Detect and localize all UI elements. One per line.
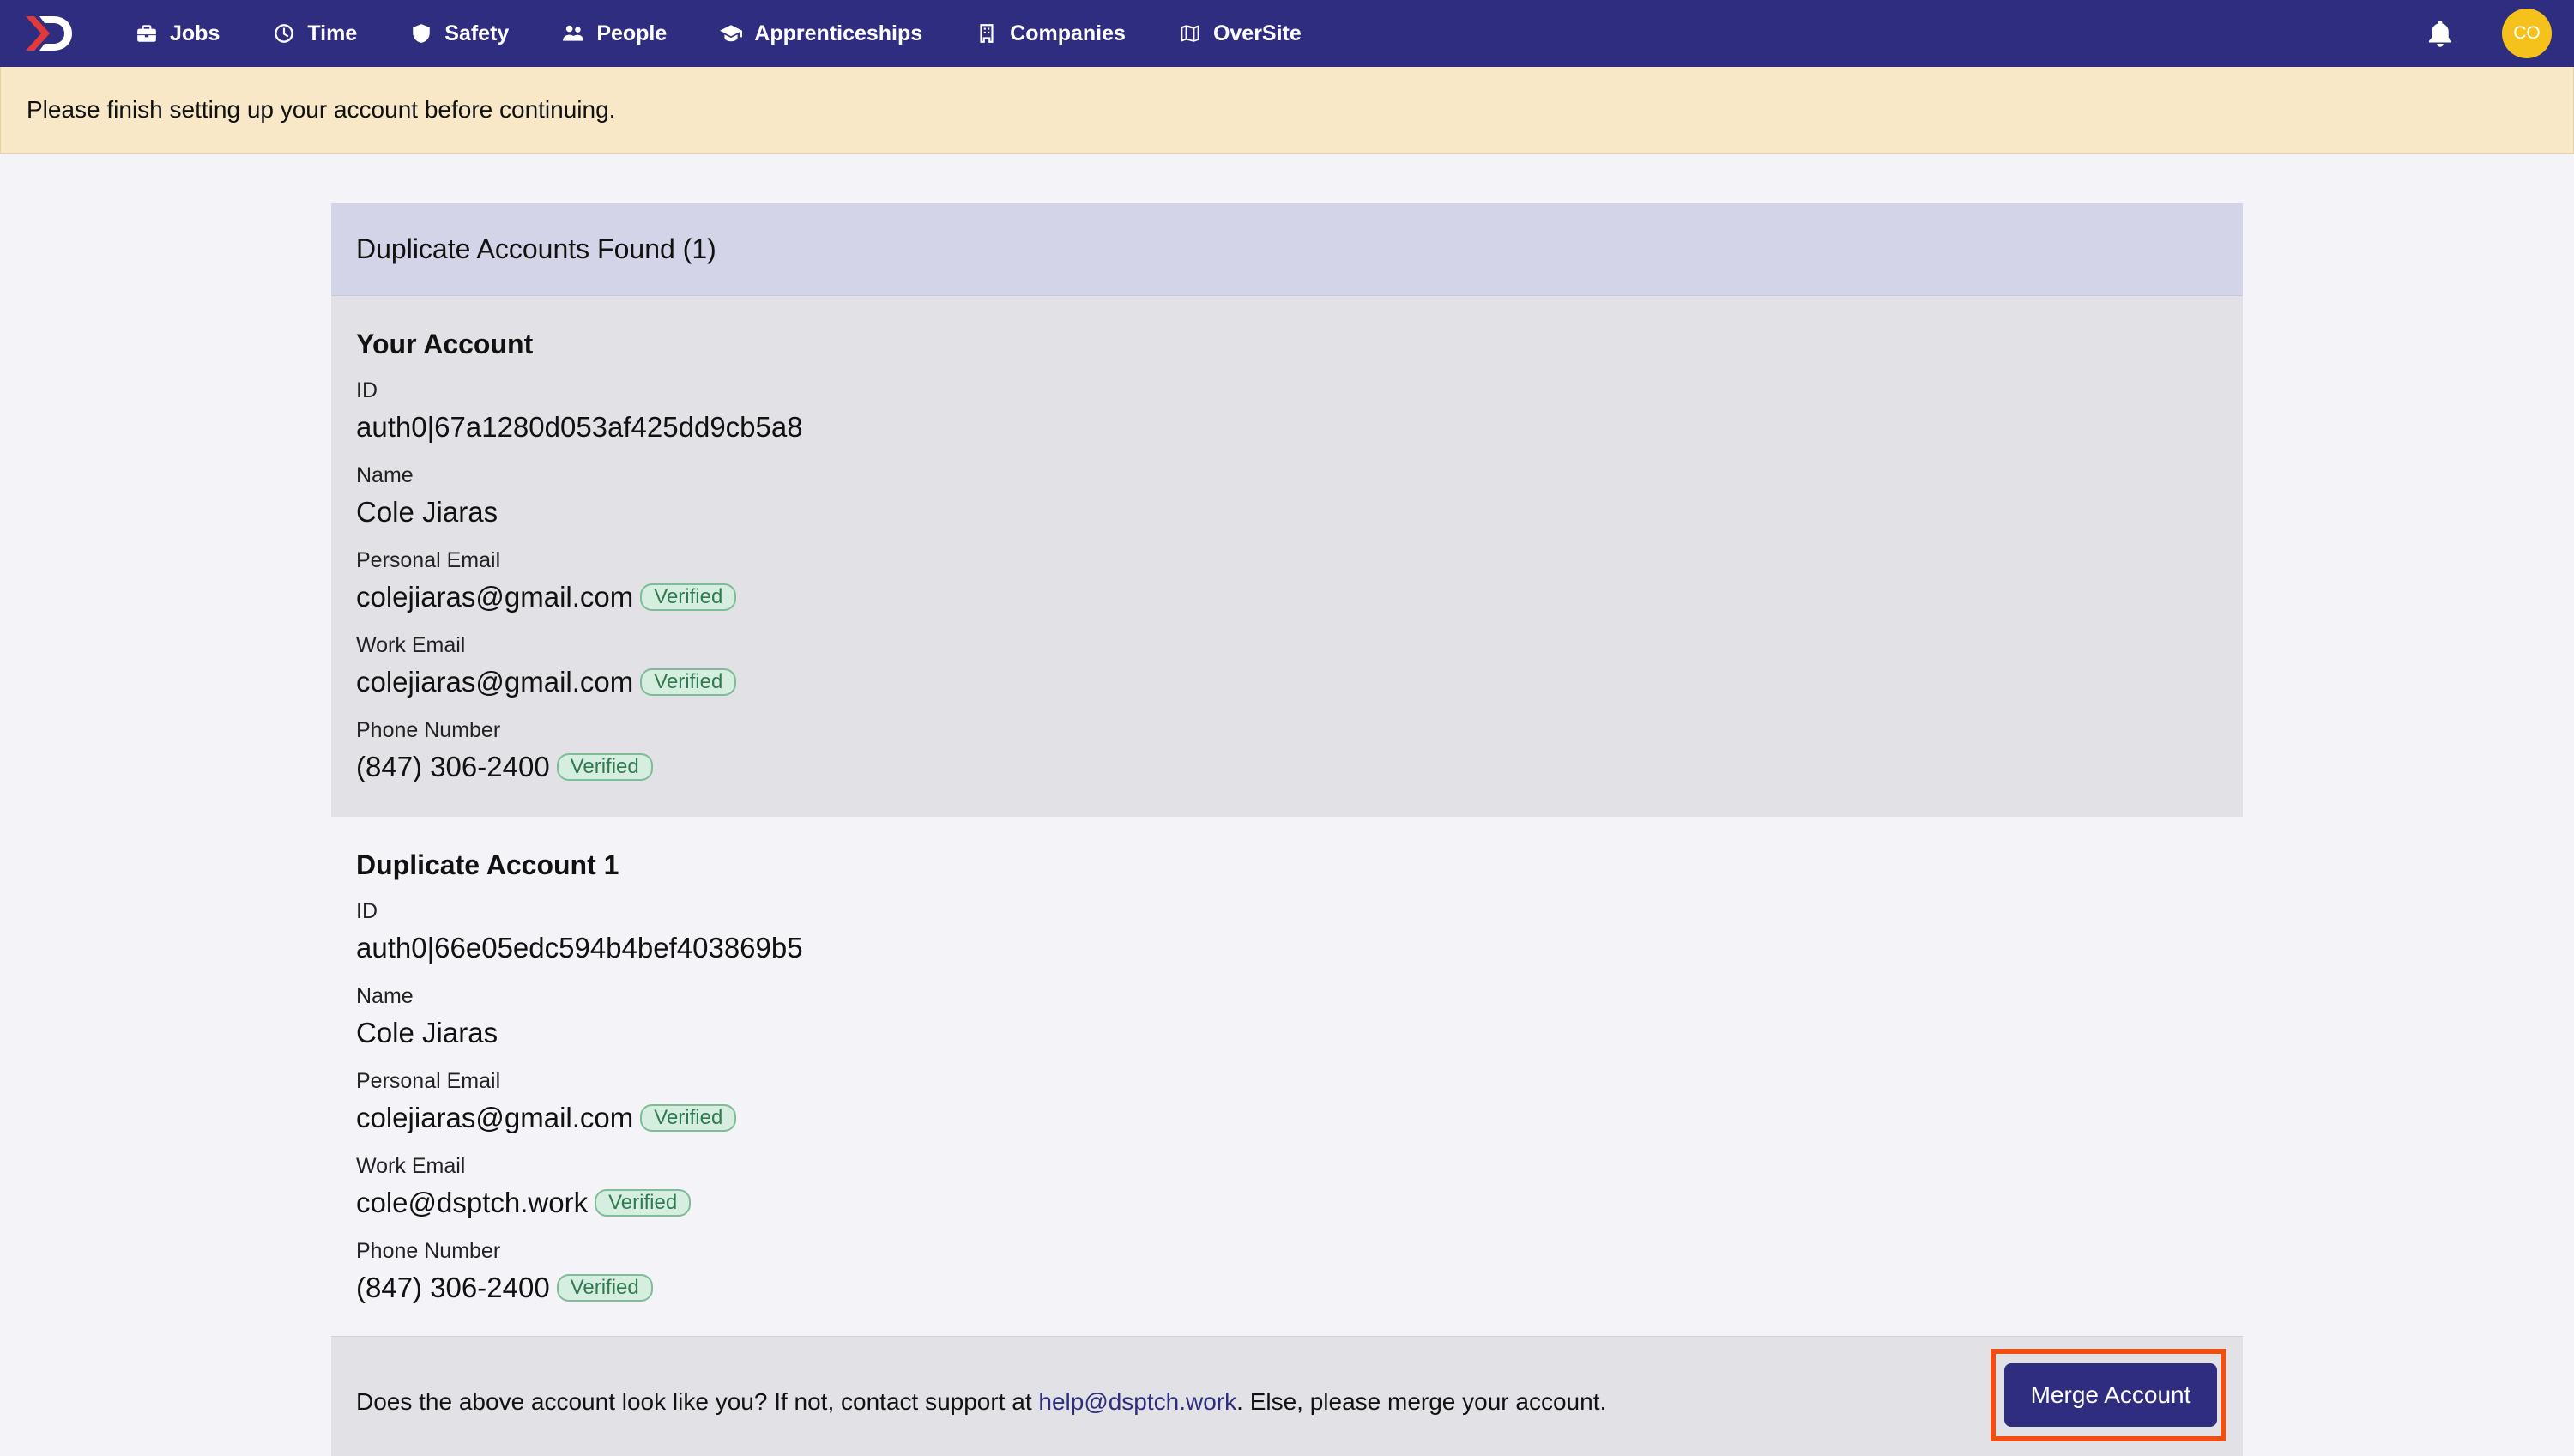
card-header: Duplicate Accounts Found (1)	[331, 203, 2243, 296]
phone-label: Phone Number	[356, 1239, 501, 1263]
briefcase-icon	[137, 25, 156, 42]
support-email-link[interactable]: help@dsptch.work	[1038, 1388, 1236, 1415]
nav-apprenticeships-label: Apprenticeships	[754, 21, 923, 45]
name-text: Cole Jiaras	[356, 1017, 498, 1048]
people-icon	[563, 25, 584, 41]
building-icon	[980, 24, 994, 43]
name-value: Cole Jiaras	[356, 495, 2218, 529]
phone-text: (847) 306-2400	[356, 751, 550, 782]
id-value: auth0|66e05edc594b4bef403869b5	[356, 931, 2218, 965]
name-value: Cole Jiaras	[356, 1016, 2218, 1050]
duplicate-account-section: Duplicate Account 1 ID auth0|66e05edc594…	[331, 817, 2243, 1336]
work-email-text: colejiaras@gmail.com	[356, 666, 634, 698]
top-navbar: Jobs Time Safety People Apprenticeships …	[0, 0, 2574, 67]
work-email-text: cole@dsptch.work	[356, 1187, 589, 1218]
merge-account-button[interactable]: Merge Account	[2004, 1363, 2217, 1427]
footer-text-before: Does the above account look like you? If…	[356, 1388, 1039, 1415]
name-label: Name	[356, 463, 414, 487]
footer-text-after: . Else, please merge your account.	[1236, 1388, 1607, 1415]
id-label: ID	[356, 899, 378, 923]
id-text: auth0|66e05edc594b4bef403869b5	[356, 932, 803, 964]
card-title: Duplicate Accounts Found (1)	[356, 233, 716, 264]
name-text: Cole Jiaras	[356, 496, 498, 528]
footer-message: Does the above account look like you? If…	[356, 1387, 1606, 1417]
phone-value: (847) 306-2400 Verified	[356, 750, 2218, 784]
nav-jobs-label: Jobs	[170, 21, 221, 45]
bell-icon[interactable]	[2425, 18, 2456, 49]
personal-email-label: Personal Email	[356, 548, 501, 572]
work-email-value: cole@dsptch.work Verified	[356, 1186, 2218, 1220]
id-value: auth0|67a1280d053af425dd9cb5a8	[356, 410, 2218, 444]
personal-email-label: Personal Email	[356, 1069, 501, 1093]
nav-safety[interactable]: Safety	[410, 21, 509, 46]
graduation-cap-icon	[720, 25, 743, 42]
nav-apprenticeships[interactable]: Apprenticeships	[720, 21, 922, 46]
work-email-label: Work Email	[356, 633, 466, 657]
nav-oversite-label: OverSite	[1212, 21, 1302, 45]
phone-value: (847) 306-2400 Verified	[356, 1271, 2218, 1305]
setup-warning-banner: Please finish setting up your account be…	[0, 67, 2574, 154]
banner-message: Please finish setting up your account be…	[27, 96, 616, 123]
verified-badge: Verified	[556, 1274, 653, 1302]
nav-safety-label: Safety	[444, 21, 510, 45]
personal-email-value: colejiaras@gmail.com Verified	[356, 580, 2218, 614]
id-label: ID	[356, 378, 378, 402]
phone-label: Phone Number	[356, 718, 501, 742]
duplicate-accounts-card: Duplicate Accounts Found (1) Your Accoun…	[331, 203, 2243, 1456]
verified-badge: Verified	[556, 753, 653, 781]
map-icon	[1181, 25, 1199, 42]
section-heading: Your Account	[356, 329, 534, 359]
work-email-label: Work Email	[356, 1154, 466, 1178]
verified-badge: Verified	[595, 1189, 692, 1217]
avatar[interactable]: CO	[2502, 9, 2552, 58]
avatar-initials: CO	[2513, 23, 2541, 43]
your-account-section: Your Account ID auth0|67a1280d053af425dd…	[331, 296, 2243, 817]
id-text: auth0|67a1280d053af425dd9cb5a8	[356, 411, 803, 443]
nav-companies-label: Companies	[1010, 21, 1126, 45]
nav-time-label: Time	[307, 21, 358, 45]
nav-companies[interactable]: Companies	[976, 21, 1126, 46]
verified-badge: Verified	[640, 1104, 737, 1132]
personal-email-text: colejiaras@gmail.com	[356, 581, 634, 613]
shield-icon	[413, 24, 431, 43]
verified-badge: Verified	[640, 583, 737, 611]
nav-jobs[interactable]: Jobs	[136, 21, 220, 46]
section-heading: Duplicate Account 1	[356, 849, 619, 880]
personal-email-value: colejiaras@gmail.com Verified	[356, 1101, 2218, 1135]
verified-badge: Verified	[640, 668, 737, 696]
nav-people[interactable]: People	[562, 21, 667, 46]
personal-email-text: colejiaras@gmail.com	[356, 1102, 634, 1133]
dsptch-logo[interactable]	[22, 13, 76, 54]
card-footer: Does the above account look like you? If…	[331, 1336, 2243, 1456]
phone-text: (847) 306-2400	[356, 1272, 550, 1303]
name-label: Name	[356, 984, 414, 1008]
nav-oversite[interactable]: OverSite	[1179, 21, 1302, 46]
work-email-value: colejiaras@gmail.com Verified	[356, 665, 2218, 699]
clock-icon	[275, 24, 294, 43]
nav-people-label: People	[596, 21, 668, 45]
nav-time[interactable]: Time	[273, 21, 357, 46]
